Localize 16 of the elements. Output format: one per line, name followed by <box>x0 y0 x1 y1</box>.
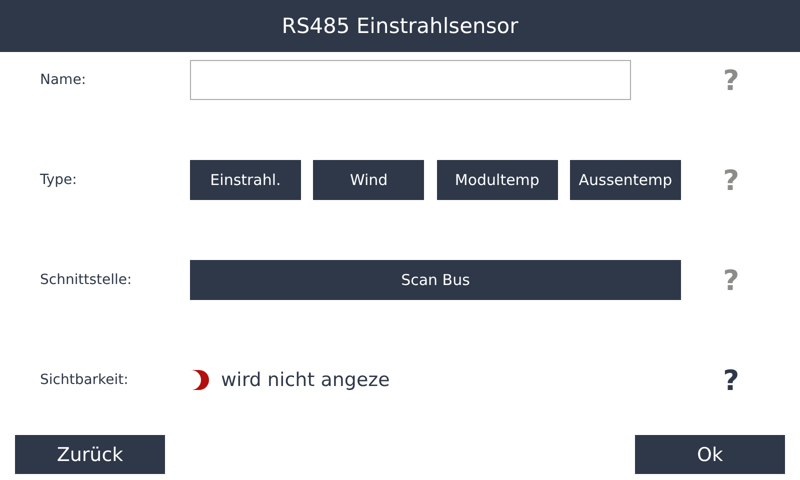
scan-button[interactable]: Scan Bus <box>190 260 681 300</box>
type-button[interactable]: Wind <box>313 160 424 200</box>
help-icon[interactable]: ? <box>723 364 740 396</box>
visibility-text: wird nicht angeze <box>221 369 390 391</box>
field-label: Type: <box>39 172 78 188</box>
type-button[interactable]: Aussentemp <box>570 160 681 200</box>
field-label: Schnittstelle: <box>39 272 133 288</box>
type-button[interactable]: Einstrahl. <box>190 160 301 200</box>
field-label: Sichtbarkeit: <box>39 372 130 388</box>
field-label: Name: <box>39 72 88 88</box>
back-button[interactable]: Zurück <box>15 435 165 474</box>
name-field[interactable] <box>190 60 631 100</box>
type-button[interactable]: Modultemp <box>436 160 558 200</box>
toggle-icon[interactable] <box>190 369 210 391</box>
window-title: RS485 Einstrahlsensor <box>282 14 518 38</box>
ok-button[interactable]: Ok <box>635 435 785 474</box>
